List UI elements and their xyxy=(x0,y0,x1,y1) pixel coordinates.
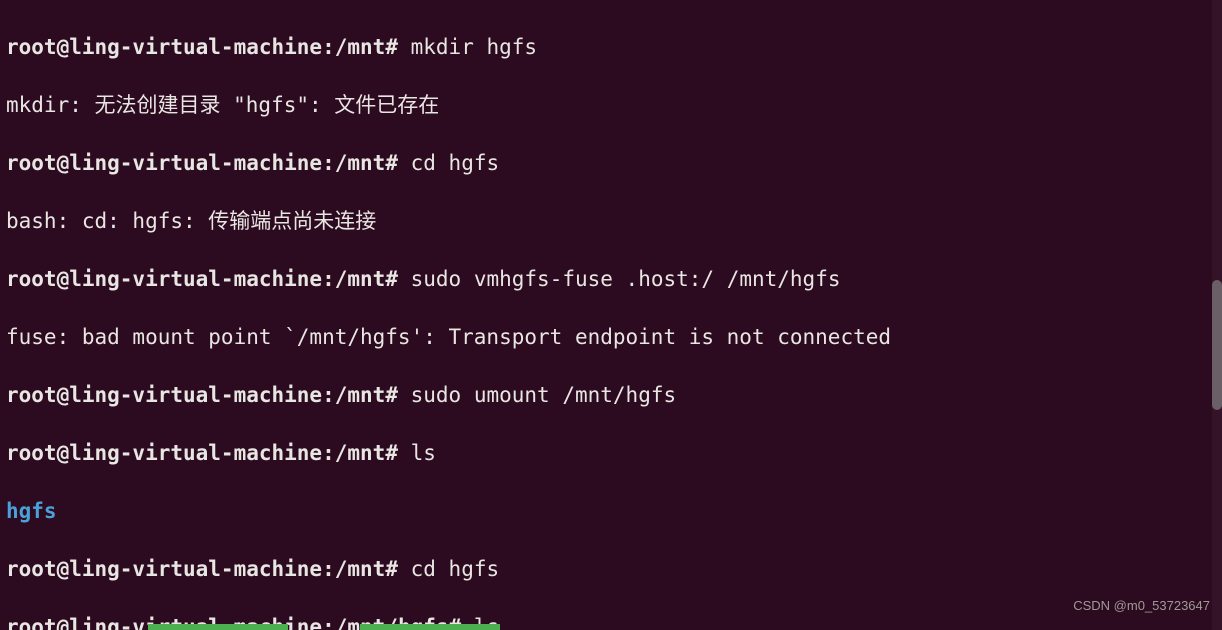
terminal-line: root@ling-virtual-machine:/mnt# cd hgfs xyxy=(6,555,1216,584)
output-text: fuse: bad mount point `/mnt/hgfs': Trans… xyxy=(6,325,891,349)
terminal-line: fuse: bad mount point `/mnt/hgfs': Trans… xyxy=(6,323,1216,352)
highlight-bar xyxy=(148,624,288,630)
command-text: mkdir hgfs xyxy=(411,35,537,59)
prompt-path: /mnt xyxy=(335,35,386,59)
terminal-line: bash: cd: hgfs: 传输端点尚未连接 xyxy=(6,207,1216,236)
terminal-output[interactable]: root@ling-virtual-machine:/mnt# mkdir hg… xyxy=(0,0,1222,630)
command-text: cd hgfs xyxy=(411,557,500,581)
command-text: ls xyxy=(411,441,436,465)
terminal-line: root@ling-virtual-machine:/mnt# sudo vmh… xyxy=(6,265,1216,294)
terminal-line: root@ling-virtual-machine:/mnt# mkdir hg… xyxy=(6,33,1216,62)
command-text: cd hgfs xyxy=(411,151,500,175)
output-text: bash: cd: hgfs: 传输端点尚未连接 xyxy=(6,209,376,233)
scrollbar-track[interactable] xyxy=(1212,0,1222,630)
terminal-line: hgfs xyxy=(6,497,1216,526)
terminal-line: root@ling-virtual-machine:/mnt# ls xyxy=(6,439,1216,468)
prompt-sigil: # xyxy=(385,35,398,59)
watermark-text: CSDN @m0_53723647 xyxy=(1073,591,1210,620)
scrollbar-thumb[interactable] xyxy=(1212,280,1222,410)
terminal-line: root@ling-virtual-machine:/mnt# sudo umo… xyxy=(6,381,1216,410)
command-text: sudo vmhgfs-fuse .host:/ /mnt/hgfs xyxy=(411,267,841,291)
prompt-user-host: root@ling-virtual-machine xyxy=(6,35,322,59)
highlight-bar xyxy=(360,624,500,630)
directory-name: hgfs xyxy=(6,499,57,523)
terminal-line: root@ling-virtual-machine:/mnt# cd hgfs xyxy=(6,149,1216,178)
output-text: mkdir: 无法创建目录 "hgfs": 文件已存在 xyxy=(6,93,439,117)
terminal-line: mkdir: 无法创建目录 "hgfs": 文件已存在 xyxy=(6,91,1216,120)
command-text: sudo umount /mnt/hgfs xyxy=(411,383,677,407)
